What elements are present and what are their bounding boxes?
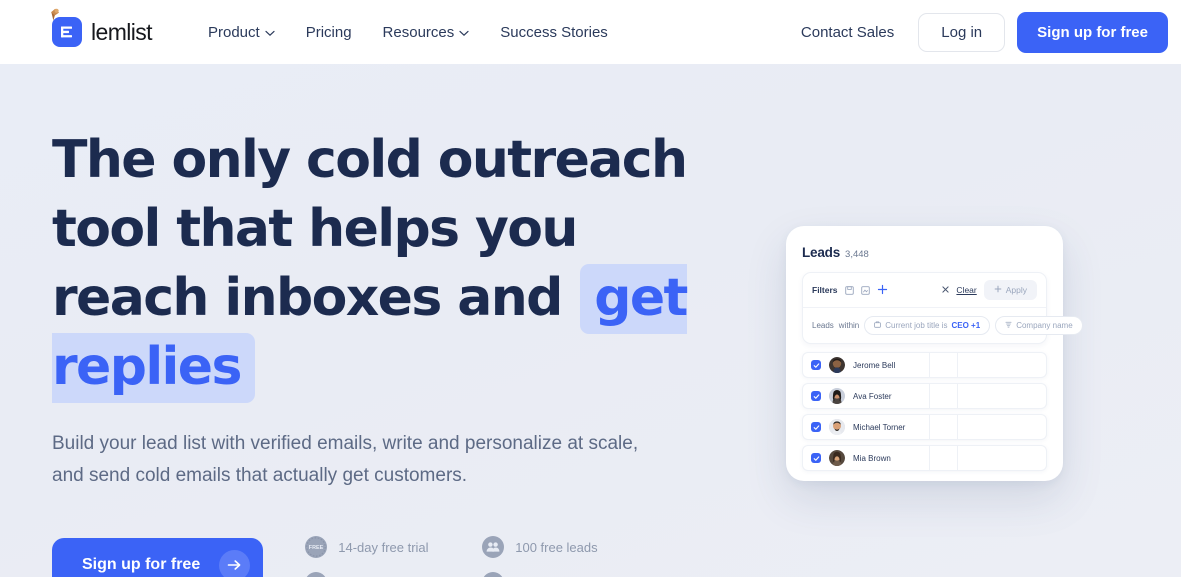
column-divider bbox=[929, 384, 930, 408]
column-divider bbox=[957, 446, 958, 470]
arrow-right-icon bbox=[219, 549, 251, 577]
lead-name: Michael Torner bbox=[853, 422, 906, 432]
column-divider bbox=[929, 446, 930, 470]
leads-header: Leads 3,448 bbox=[802, 245, 1047, 260]
avatar bbox=[829, 388, 845, 404]
filter-chip-job-title[interactable]: Current job title is CEO +1 bbox=[864, 316, 991, 335]
leads-app-mockup: Leads 3,448 Filters Clear Apply Leads wi… bbox=[786, 226, 1083, 481]
hero-content: The only cold outreach tool that helps y… bbox=[52, 126, 712, 577]
feature-no-card: No card required bbox=[305, 572, 482, 577]
column-divider bbox=[929, 353, 930, 377]
svg-text:FREE: FREE bbox=[309, 545, 324, 551]
signup-button-hero[interactable]: Sign up for free bbox=[52, 538, 264, 577]
company-icon bbox=[1005, 321, 1012, 330]
apply-filters-button[interactable]: Apply bbox=[983, 280, 1037, 300]
column-divider bbox=[929, 415, 930, 439]
job-title-icon bbox=[874, 321, 882, 330]
table-row[interactable]: Michael Torner bbox=[802, 414, 1047, 440]
condition-operator: within bbox=[838, 321, 860, 330]
hero-feature-list: FREE 14-day free trial 100 free leads bbox=[305, 536, 677, 577]
column-divider bbox=[957, 353, 958, 377]
leads-title: Leads bbox=[802, 245, 841, 260]
table-row[interactable]: Ava Foster bbox=[802, 383, 1047, 409]
nav-link-resources[interactable]: Resources bbox=[383, 24, 470, 41]
apply-filters-label: Apply bbox=[1005, 285, 1027, 295]
nav-link-pricing[interactable]: Pricing bbox=[306, 24, 352, 41]
avatar bbox=[829, 450, 845, 466]
save-filter-icon[interactable] bbox=[844, 285, 854, 295]
feature-free-leads-label: 100 free leads bbox=[515, 539, 598, 555]
brand-logo[interactable]: lemlist bbox=[51, 8, 153, 47]
filters-label: Filters bbox=[812, 285, 838, 295]
feature-free-leads: 100 free leads bbox=[482, 536, 677, 558]
filters-panel: Filters Clear Apply Leads within Current… bbox=[802, 272, 1083, 344]
chevron-down-icon bbox=[459, 24, 469, 41]
nav-actions: Contact Sales Log in Sign up for free bbox=[801, 11, 1168, 53]
add-filter-plus-icon[interactable] bbox=[877, 284, 888, 297]
filters-actions: Clear Apply bbox=[942, 280, 1037, 300]
row-checkbox[interactable] bbox=[811, 453, 821, 463]
unsubscribe-icon: U bbox=[482, 572, 505, 577]
lead-name: Mia Brown bbox=[853, 453, 891, 463]
hero-section: The only cold outreach tool that helps y… bbox=[0, 64, 1181, 577]
login-button[interactable]: Log in bbox=[918, 12, 1006, 52]
signup-button-hero-label: Sign up for free bbox=[82, 556, 201, 573]
table-row[interactable]: Mia Brown bbox=[802, 445, 1047, 471]
chevron-down-icon bbox=[265, 24, 275, 41]
logo-e-glyph bbox=[61, 26, 72, 38]
filter-condition-row: Leads within Current job title is CEO +1… bbox=[803, 308, 1083, 343]
avatar bbox=[829, 419, 845, 435]
condition-prefix: Leads bbox=[812, 321, 834, 330]
nav-link-product[interactable]: Product bbox=[208, 24, 275, 41]
nav-links: Product Pricing Resources Success Storie… bbox=[208, 24, 608, 41]
filter-chip-company-name[interactable]: Company name bbox=[995, 316, 1083, 335]
row-checkbox[interactable] bbox=[811, 360, 821, 370]
avatar bbox=[829, 357, 845, 373]
clear-filters-link[interactable]: Clear bbox=[956, 285, 976, 295]
leads-table: Jerome Bell Ava Foster Michael Torner Mi… bbox=[802, 352, 1047, 471]
brand-name: lemlist bbox=[91, 18, 153, 45]
apply-plus-icon bbox=[994, 285, 1002, 295]
row-checkbox[interactable] bbox=[811, 391, 821, 401]
table-row[interactable]: Jerome Bell bbox=[802, 352, 1047, 378]
column-divider bbox=[957, 384, 958, 408]
column-divider bbox=[957, 415, 958, 439]
page-title: The only cold outreach tool that helps y… bbox=[52, 126, 712, 403]
lead-name: Jerome Bell bbox=[853, 360, 896, 370]
people-icon bbox=[482, 536, 505, 558]
nav-link-resources-label: Resources bbox=[382, 23, 455, 41]
nav-link-success-stories-label: Success Stories bbox=[500, 23, 608, 41]
row-checkbox[interactable] bbox=[811, 422, 821, 432]
credit-card-icon bbox=[305, 572, 328, 577]
feature-free-trial-label: 14-day free trial bbox=[338, 539, 429, 555]
hero-subheadline: Build your lead list with verified email… bbox=[52, 433, 639, 486]
close-icon[interactable] bbox=[942, 285, 950, 295]
filter-chip-job-title-value: CEO +1 bbox=[951, 321, 981, 330]
free-badge-icon: FREE bbox=[305, 536, 328, 558]
top-navigation-bar: lemlist Product Pricing Resources Succes… bbox=[0, 0, 1181, 64]
duplicate-filter-icon[interactable] bbox=[860, 285, 870, 295]
contact-sales-link[interactable]: Contact Sales bbox=[801, 24, 894, 41]
lead-name: Ava Foster bbox=[853, 391, 892, 401]
hero-cta-row: Sign up for free FREE 14-day free trial … bbox=[52, 536, 712, 577]
filter-chip-job-title-text: Current job title is bbox=[885, 321, 948, 330]
lemlist-logo-mark bbox=[52, 17, 82, 47]
signup-button-nav[interactable]: Sign up for free bbox=[1017, 11, 1168, 53]
leads-count: 3,448 bbox=[845, 249, 869, 260]
filters-toolbar: Filters Clear Apply bbox=[803, 273, 1046, 308]
filter-chip-company-name-text: Company name bbox=[1016, 321, 1073, 330]
nav-link-product-label: Product bbox=[207, 23, 260, 41]
feature-free-trial: FREE 14-day free trial bbox=[305, 536, 482, 558]
nav-link-success-stories[interactable]: Success Stories bbox=[500, 24, 608, 41]
nav-link-pricing-label: Pricing bbox=[305, 23, 352, 41]
feature-avoid-spam: U Free features to avoid spam bbox=[482, 572, 677, 577]
